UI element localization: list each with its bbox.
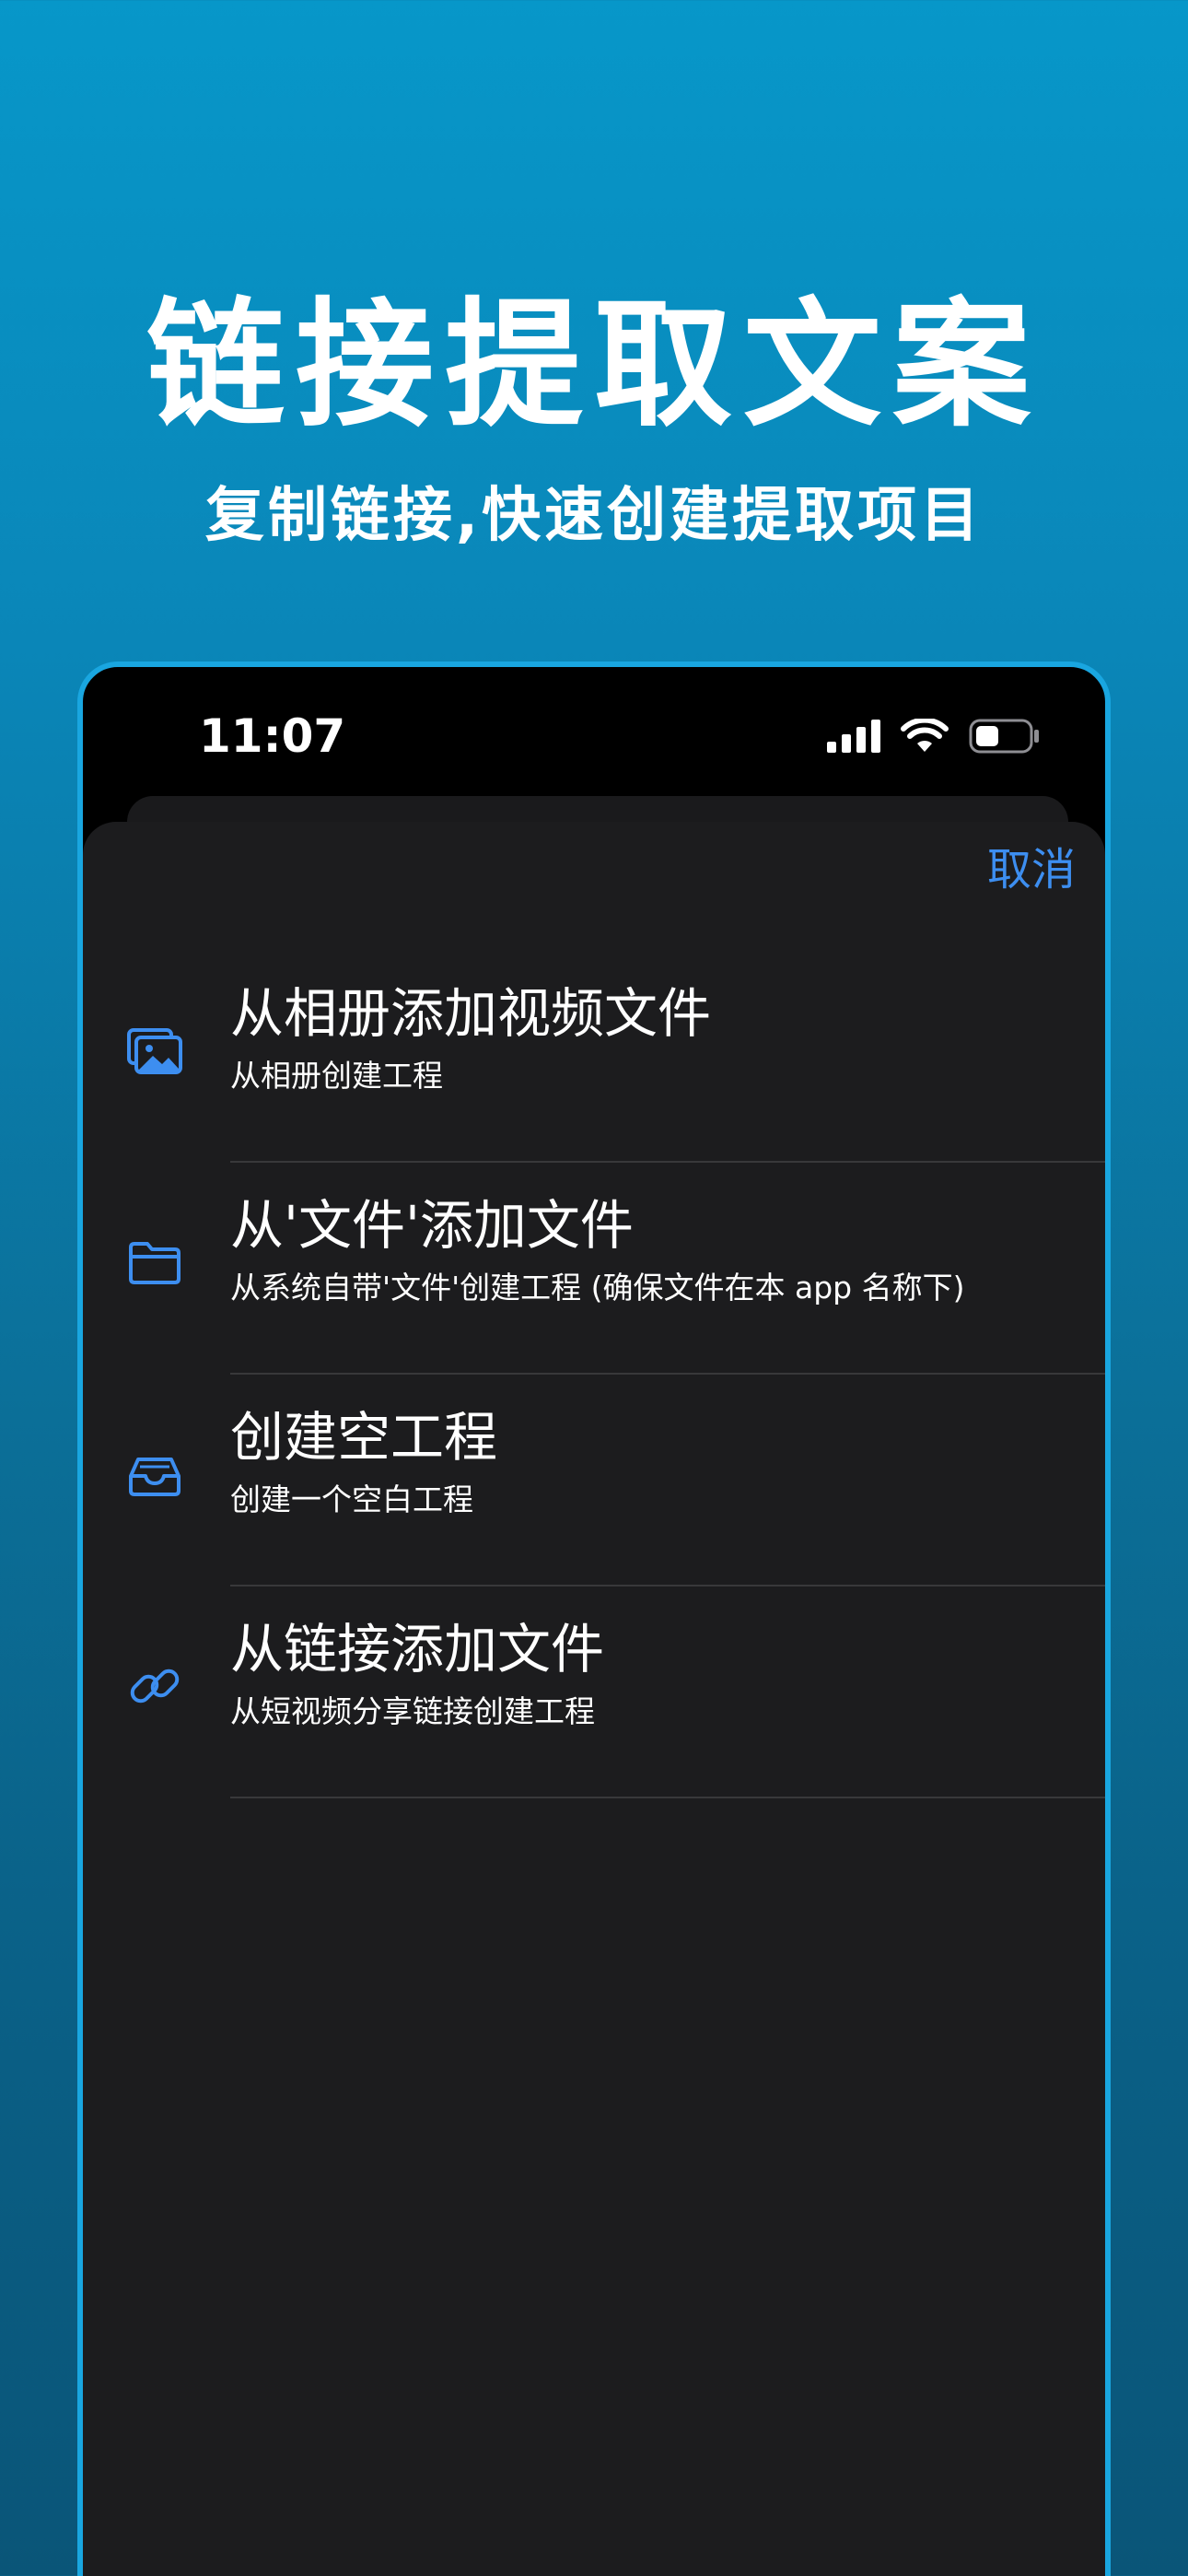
menu-item-subtitle: 创建一个空白工程 bbox=[230, 1481, 473, 1517]
status-icons bbox=[827, 719, 1041, 754]
menu-item-subtitle: 从相册创建工程 bbox=[230, 1058, 443, 1094]
link-icon bbox=[130, 1669, 180, 1704]
cancel-button[interactable]: 取消 bbox=[987, 848, 1076, 892]
menu-item-subtitle: 从系统自带'文件'创建工程 (确保文件在本 app 名称下) bbox=[230, 1270, 965, 1306]
menu-item-title: 创建空工程 bbox=[230, 1406, 498, 1469]
promo-subheadline: 复制链接,快速创建提取项目 bbox=[204, 482, 984, 550]
battery-icon bbox=[969, 719, 1039, 754]
menu-item-add-from-album[interactable]: 从相册添加视频文件 从相册创建工程 bbox=[83, 951, 1105, 1163]
menu-item-title: 从'文件'添加文件 bbox=[230, 1194, 634, 1257]
menu-item-title: 从链接添加文件 bbox=[230, 1618, 605, 1680]
status-bar: 11:07 bbox=[83, 667, 1105, 805]
divider bbox=[230, 1797, 1105, 1798]
action-sheet: 取消 从相册添加视频文件 从相册创建工程 从'文件'添加文件 从系统自带'文件'… bbox=[83, 822, 1105, 2576]
wifi-icon bbox=[901, 719, 949, 752]
menu-item-add-from-files[interactable]: 从'文件'添加文件 从系统自带'文件'创建工程 (确保文件在本 app 名称下) bbox=[83, 1163, 1105, 1375]
status-time: 11:07 bbox=[199, 709, 346, 763]
photo-album-icon bbox=[127, 1028, 182, 1074]
menu-list: 从相册添加视频文件 从相册创建工程 从'文件'添加文件 从系统自带'文件'创建工… bbox=[83, 951, 1105, 1798]
folder-icon bbox=[129, 1242, 181, 1284]
menu-item-title: 从相册添加视频文件 bbox=[230, 982, 712, 1045]
menu-item-subtitle: 从短视频分享链接创建工程 bbox=[230, 1693, 595, 1729]
phone-frame: 11:07 取消 从相册添加视频文件 从相册创建工程 从'文件'添加文件 从系统… bbox=[77, 662, 1111, 2576]
promo-headline: 链接提取文案 bbox=[146, 286, 1042, 446]
menu-item-add-from-link[interactable]: 从链接添加文件 从短视频分享链接创建工程 bbox=[83, 1587, 1105, 1798]
menu-item-create-empty-project[interactable]: 创建空工程 创建一个空白工程 bbox=[83, 1375, 1105, 1587]
cellular-signal-icon bbox=[827, 720, 880, 753]
tray-icon bbox=[129, 1458, 181, 1496]
